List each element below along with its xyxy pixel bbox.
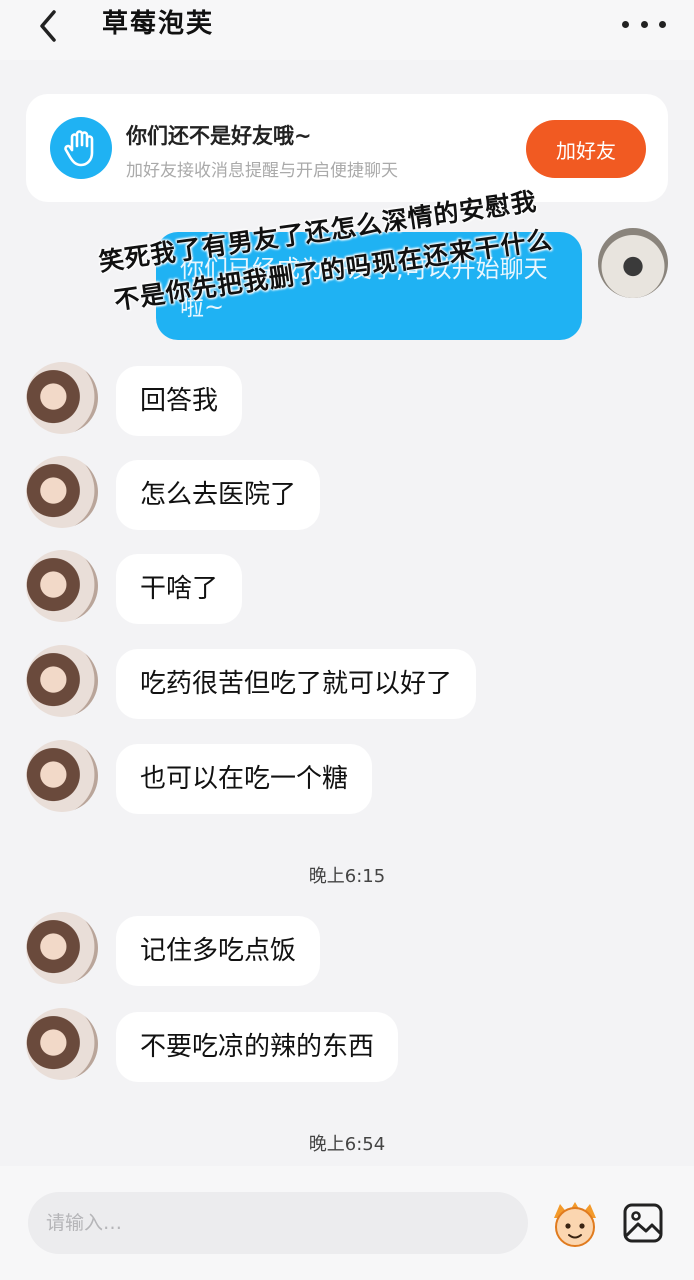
image-icon[interactable]: [622, 1202, 664, 1244]
hand-icon: [50, 117, 112, 179]
message-bubble: 干啥了: [116, 554, 243, 624]
back-arrow-icon[interactable]: [30, 6, 70, 46]
message-bubble: 怎么去医院了: [116, 460, 321, 530]
emoji-icon[interactable]: [548, 1196, 602, 1250]
timestamp: 晚上6:15: [308, 866, 386, 887]
avatar[interactable]: [598, 228, 668, 298]
avatar[interactable]: [26, 362, 98, 434]
message-bubble: 吃药很苦但吃了就可以好了: [116, 649, 477, 719]
notice-title: 你们还不是好友哦~: [126, 124, 312, 148]
avatar[interactable]: [26, 456, 98, 528]
message-bubble: 记住多吃点饭: [116, 916, 321, 986]
header: 草莓泡芙: [0, 0, 694, 60]
avatar[interactable]: [26, 1008, 98, 1080]
avatar[interactable]: [26, 912, 98, 984]
message-input[interactable]: [28, 1192, 528, 1254]
avatar[interactable]: [26, 645, 98, 717]
avatar[interactable]: [26, 550, 98, 622]
page-title: 草莓泡芙: [102, 9, 215, 39]
outgoing-message-bubble: 你们已经成为好友了,可以开始聊天啦~: [156, 232, 582, 340]
timestamp: 晚上6:54: [308, 1134, 386, 1155]
add-friend-button[interactable]: 加好友: [526, 120, 646, 178]
notice-subtitle: 加好友接收消息提醒与开启便捷聊天: [126, 161, 398, 181]
message-bubble: 不要吃凉的辣的东西: [116, 1012, 399, 1082]
friend-notice-card: 你们还不是好友哦~ 加好友接收消息提醒与开启便捷聊天 加好友: [26, 94, 668, 202]
avatar[interactable]: [26, 740, 98, 812]
message-bubble: 也可以在吃一个糖: [116, 744, 373, 814]
more-icon[interactable]: [622, 14, 666, 34]
message-bubble: 回答我: [116, 366, 243, 436]
bottom-input-bar: [0, 1166, 694, 1280]
